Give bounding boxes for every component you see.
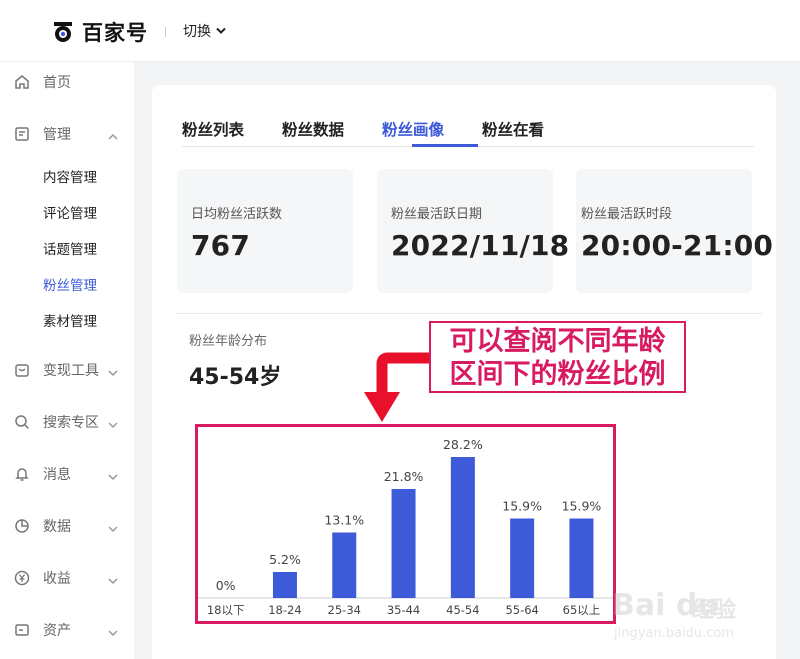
annotation-note: 可以查阅不同年龄 区间下的粉丝比例: [429, 321, 686, 393]
annotation-line-1: 可以查阅不同年龄: [449, 326, 666, 357]
chart-bar[interactable]: [332, 532, 357, 599]
tab-fan-list[interactable]: 粉丝列表: [182, 118, 244, 140]
chart-bar[interactable]: [450, 457, 475, 598]
watermark-url: jingyan.baidu.com: [614, 626, 734, 641]
stat-label: 粉丝最活跃时段: [581, 207, 673, 222]
sidebar-item-search[interactable]: 搜索专区: [0, 402, 134, 442]
x-tick-label: 25-34: [328, 603, 361, 617]
sidebar-item-messages[interactable]: 消息: [0, 454, 134, 494]
switch-account-button[interactable]: 切换: [183, 21, 226, 41]
sidebar-item-label: 首页: [43, 75, 71, 91]
sidebar-item-label: 搜索专区: [43, 415, 99, 431]
sidebar-item-earnings[interactable]: 收益: [0, 558, 134, 598]
header-divider: [165, 27, 166, 37]
bar-value-label: 21.8%: [384, 469, 424, 484]
top-header: 百家号 切换: [0, 0, 800, 62]
annotation-line-2: 区间下的粉丝比例: [449, 359, 666, 390]
tab-fan-data[interactable]: 粉丝数据: [282, 118, 344, 140]
logo-icon: [52, 21, 74, 43]
bar-value-label: 15.9%: [562, 499, 602, 514]
chevron-up-icon: [107, 128, 119, 140]
watermark-jingyan: 经验: [692, 598, 737, 623]
age-distribution-label: 粉丝年龄分布: [189, 334, 268, 349]
stat-value: 767: [191, 229, 251, 262]
chevron-down-icon: [107, 364, 119, 377]
x-tick-label: 18-24: [268, 603, 301, 617]
chevron-down-icon: [107, 468, 119, 481]
baijiahao-logo[interactable]: 百家号: [52, 18, 148, 46]
switch-label: 切换: [183, 24, 211, 40]
tab-fan-portrait[interactable]: 粉丝画像: [382, 118, 444, 140]
age-distribution-top-value: 45-54岁: [189, 365, 282, 390]
bell-icon: [14, 466, 30, 482]
sidebar-item-label: 变现工具: [43, 363, 99, 379]
bar-value-label: 0%: [216, 578, 236, 593]
search-icon: [14, 414, 30, 430]
x-tick-label: 55-64: [505, 603, 538, 617]
chevron-down-icon: [107, 572, 119, 585]
chevron-down-icon: [107, 416, 119, 429]
chart-bar[interactable]: [391, 489, 416, 598]
chart-bar[interactable]: [510, 518, 535, 599]
chart-bar[interactable]: [569, 518, 594, 599]
age-distribution-chart: 0% 18以下 5.2% 18-24 13.1% 25-34 21.8% 35-44 28.2%…: [195, 424, 616, 624]
stat-card-most-active-time: 粉丝最活跃时段 20:00-21:00: [576, 169, 773, 293]
sidebar-item-manage[interactable]: 管理: [0, 114, 134, 154]
document-icon: [14, 126, 30, 142]
sidebar-item-monetize[interactable]: 变现工具: [0, 350, 134, 390]
bar-value-label: 13.1%: [324, 513, 364, 528]
tab-fan-watching[interactable]: 粉丝在看: [482, 118, 544, 140]
wallet-icon: [14, 362, 30, 378]
bar-value-label: 28.2%: [443, 437, 483, 452]
stat-label: 粉丝最活跃日期: [391, 207, 483, 222]
fan-tabs: 粉丝列表 粉丝数据 粉丝画像 粉丝在看: [182, 115, 754, 147]
sidebar-item-label: 消息: [43, 467, 71, 483]
x-tick-label: 45-54: [446, 603, 479, 617]
sidebar-item-assets[interactable]: 资产: [0, 610, 134, 650]
sidebar-item-label: 数据: [43, 519, 71, 535]
sidebar-sub-comments[interactable]: 评论管理: [43, 202, 97, 222]
sidebar-item-home[interactable]: 首页: [0, 62, 134, 102]
stat-card-most-active-date: 粉丝最活跃日期 2022/11/18: [377, 169, 569, 293]
section-divider: [177, 313, 762, 314]
x-tick-label: 35-44: [387, 603, 420, 617]
stat-value: 20:00-21:00: [581, 229, 774, 262]
yen-icon: [14, 570, 30, 586]
sidebar-sub-fans[interactable]: 粉丝管理: [43, 274, 97, 294]
bar-value-label: 15.9%: [502, 499, 542, 514]
sidebar-item-label: 资产: [43, 623, 71, 639]
x-tick-label: 18以下: [207, 603, 245, 617]
sidebar-item-data[interactable]: 数据: [0, 506, 134, 546]
annotation-arrow-icon: [364, 352, 430, 422]
chevron-down-icon: [107, 624, 119, 637]
stat-value: 2022/11/18: [391, 229, 570, 262]
chart-bar[interactable]: [272, 572, 297, 598]
bar-value-label: 5.2%: [269, 552, 301, 567]
sidebar: 首页 管理 内容管理 评论管理 话题管理 粉丝管理 素材管理 变现工具 搜索专区: [0, 62, 134, 659]
x-tick-label: 65以上: [563, 603, 601, 617]
age-chart-svg: 0% 18以下 5.2% 18-24 13.1% 25-34 21.8% 35-44 28.2%…: [198, 437, 613, 617]
home-icon: [14, 74, 30, 90]
stat-card-daily-active: 日均粉丝活跃数 767: [177, 169, 353, 293]
active-tab-underline: [412, 144, 478, 147]
sidebar-item-label: 管理: [43, 127, 71, 143]
baidu-jingyan-watermark: Bai du 经验 jingyan.baidu.com: [612, 570, 772, 650]
chevron-down-icon: [216, 23, 226, 39]
chevron-down-icon: [107, 520, 119, 533]
logo-text: 百家号: [82, 21, 148, 45]
sidebar-sub-content[interactable]: 内容管理: [43, 166, 97, 186]
sidebar-sub-materials[interactable]: 素材管理: [43, 310, 97, 330]
stat-label: 日均粉丝活跃数: [191, 207, 283, 222]
sidebar-item-label: 收益: [43, 571, 71, 587]
pie-chart-icon: [14, 518, 30, 534]
sidebar-sub-topics[interactable]: 话题管理: [43, 238, 97, 258]
card-icon: [14, 622, 30, 638]
